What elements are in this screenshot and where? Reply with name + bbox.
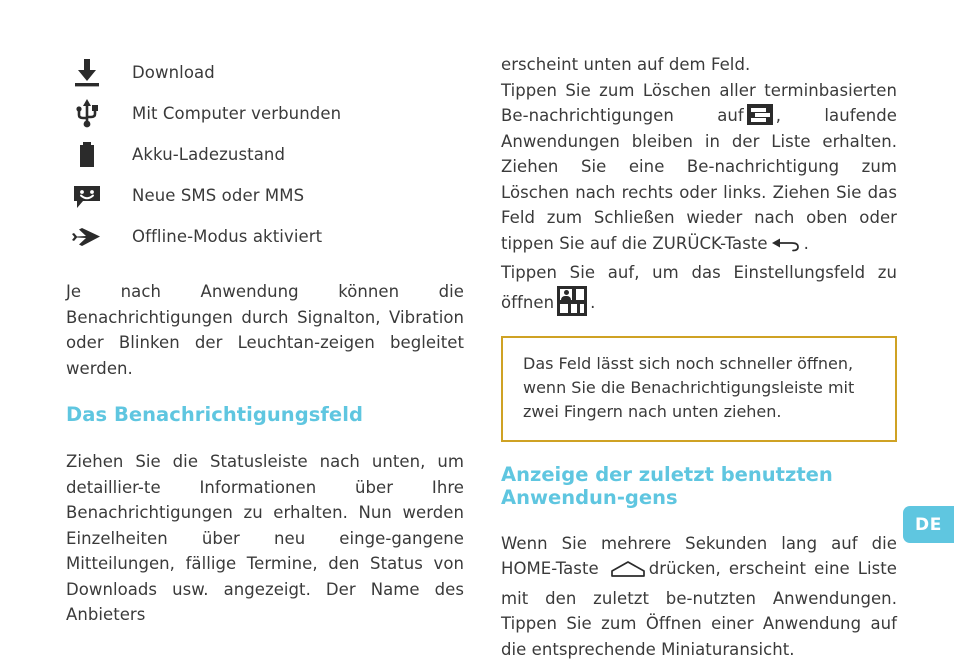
status-icon-label: Mit Computer verbunden: [132, 104, 341, 123]
left-paragraph-2: Ziehen Sie die Statusleiste nach unten, …: [66, 449, 464, 628]
section-heading-recent-apps: Anzeige der zuletzt benutzten Anwendun-g…: [501, 463, 897, 509]
battery-icon: [66, 140, 132, 170]
status-icon-label: Neue SMS oder MMS: [132, 186, 304, 205]
list-item: Neue SMS oder MMS: [66, 175, 464, 216]
status-icon-label: Offline-Modus aktiviert: [132, 227, 322, 246]
left-paragraph-1: Je nach Anwendung können die Benachricht…: [66, 279, 464, 381]
right-paragraph-2-text-c: .: [804, 234, 809, 253]
language-badge[interactable]: DE: [903, 506, 954, 543]
tip-note-box: Das Feld lässt sich noch schneller öffne…: [501, 336, 897, 442]
status-icon-label: Download: [132, 63, 215, 82]
back-arrow-icon: [771, 235, 801, 261]
right-paragraph-2-text-b: , laufende Anwendungen bleiben in der Li…: [501, 106, 897, 253]
download-icon: [66, 58, 132, 88]
section-heading-notification-panel: Das Benachrichtigungsfeld: [66, 403, 464, 427]
right-paragraph-final: Wenn Sie mehrere Sekunden lang auf die H…: [501, 531, 897, 662]
list-item: Akku-Ladezustand: [66, 134, 464, 175]
list-item: Download: [66, 52, 464, 93]
right-column: erscheint unten auf dem Feld. Tippen Sie…: [501, 52, 897, 662]
message-icon: [66, 182, 132, 210]
status-icon-legend-list: Download Mit C: [66, 52, 464, 257]
usb-icon: [66, 98, 132, 130]
tip-note-text: Das Feld lässt sich noch schneller öffne…: [523, 352, 877, 424]
document-page: Download Mit C: [0, 0, 954, 565]
status-icon-label: Akku-Ladezustand: [132, 145, 285, 164]
home-button-icon: [610, 560, 646, 586]
left-column: Download Mit C: [66, 52, 464, 628]
list-item: Mit Computer verbunden: [66, 93, 464, 134]
list-item: Offline-Modus aktiviert: [66, 216, 464, 257]
airplane-mode-icon: [66, 223, 132, 251]
clear-notifications-icon: [747, 104, 773, 125]
right-paragraph-3: Tippen Sie auf, um das Einstellungsfeld …: [501, 260, 897, 316]
right-paragraph-2: Tippen Sie zum Löschen aller terminbasie…: [501, 78, 897, 261]
right-paragraph-3-text-b: .: [590, 293, 595, 312]
right-line-1: erscheint unten auf dem Feld.: [501, 52, 897, 78]
settings-grid-icon: [557, 286, 587, 316]
language-badge-label: DE: [915, 515, 942, 535]
